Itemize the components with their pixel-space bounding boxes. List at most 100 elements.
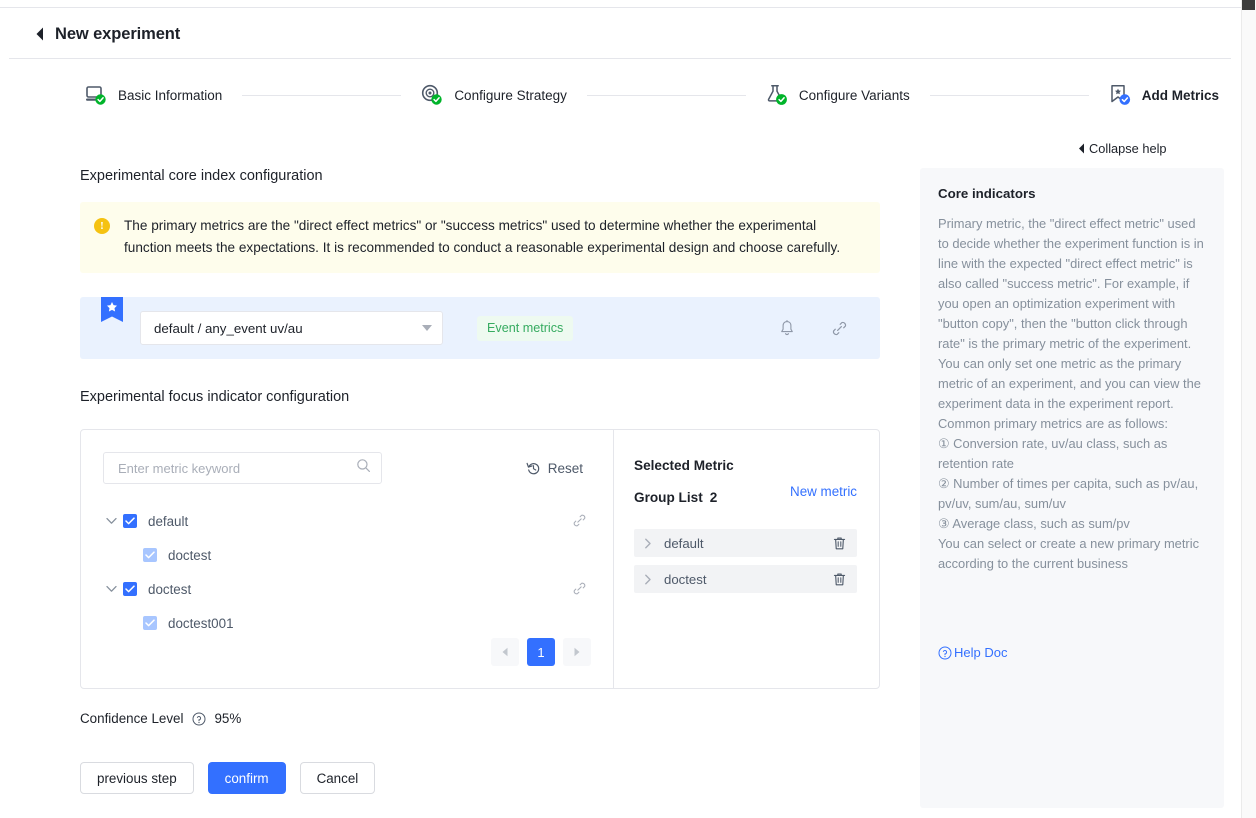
top-strip <box>0 0 1241 8</box>
tree-node-label: doctest001 <box>168 615 234 631</box>
status-badge: Event metrics <box>477 315 574 341</box>
new-metric-button[interactable]: New metric <box>790 484 857 499</box>
caret-right-icon[interactable] <box>644 574 656 585</box>
flask-check-icon <box>766 84 788 106</box>
confidence-level-row: Confidence Level 95% <box>80 711 880 726</box>
pagination-next-button[interactable] <box>563 638 591 666</box>
focus-indicator-section-title: Experimental focus indicator configurati… <box>80 389 350 405</box>
tree-checkbox[interactable] <box>143 548 157 562</box>
alert-text: The primary metrics are the "direct effe… <box>124 218 841 255</box>
step-connector <box>242 94 402 96</box>
page-title: New experiment <box>55 24 181 43</box>
pagination: 1 <box>491 638 591 666</box>
reset-button[interactable]: Reset <box>526 461 593 476</box>
link-icon[interactable] <box>831 320 848 337</box>
group-list-label: Group List <box>634 490 703 505</box>
trash-icon[interactable] <box>832 536 847 551</box>
tree-node-doctest-child[interactable]: doctest <box>103 538 593 572</box>
step-indicator: Basic Information Configure Strategy Con… <box>0 78 1241 112</box>
question-circle-icon <box>938 646 952 660</box>
tree-node-label: doctest <box>168 547 212 563</box>
search-box[interactable] <box>103 452 382 484</box>
list-item[interactable]: doctest <box>634 565 857 593</box>
star-ribbon-icon <box>101 297 123 322</box>
selected-metric-header: Selected Metric Group List 2 New metric <box>634 454 857 510</box>
selected-metric-list: default doctest <box>634 529 857 593</box>
primary-metric-row: default / any_event uv/au Event metrics <box>80 297 880 359</box>
selected-metric-pane: Selected Metric Group List 2 New metric d… <box>614 430 879 688</box>
bookmark-check-icon <box>1109 84 1131 106</box>
primary-metric-value: default / any_event uv/au <box>154 320 303 336</box>
list-item-label: doctest <box>664 571 707 587</box>
step-connector <box>586 94 746 96</box>
chevron-down-icon[interactable] <box>103 513 119 529</box>
link-icon[interactable] <box>572 581 587 601</box>
header-divider <box>9 58 1231 59</box>
group-list-row: Group List 2 <box>634 486 734 510</box>
page-header: New experiment <box>0 9 1241 59</box>
step-label: Basic Information <box>118 87 223 103</box>
previous-step-button[interactable]: previous step <box>80 762 194 794</box>
help-doc-link[interactable]: Help Doc <box>938 645 1007 660</box>
bell-icon[interactable] <box>779 319 795 337</box>
step-label: Configure Strategy <box>454 87 567 103</box>
metric-row-actions <box>779 319 880 337</box>
back-triangle-icon <box>36 27 43 41</box>
footer-actions: previous step confirm Cancel <box>80 762 880 794</box>
help-sidebar: Core indicators Primary metric, the "dir… <box>920 168 1224 808</box>
tree-checkbox[interactable] <box>123 514 137 528</box>
step-configure-strategy[interactable]: Configure Strategy <box>421 84 567 106</box>
tree-node-label: default <box>148 513 189 529</box>
history-reset-icon <box>526 461 541 476</box>
search-row: Reset <box>103 452 593 484</box>
pagination-prev-button[interactable] <box>491 638 519 666</box>
step-label: Add Metrics <box>1141 87 1219 103</box>
main-content: Experimental core index configuration ! … <box>80 168 880 794</box>
caret-left-icon <box>502 647 508 657</box>
back-button[interactable] <box>32 25 46 43</box>
tree-checkbox[interactable] <box>143 616 157 630</box>
tree-checkbox[interactable] <box>123 582 137 596</box>
tree-node-label: doctest <box>148 581 192 597</box>
warning-icon: ! <box>94 218 110 234</box>
triangle-left-icon <box>1078 143 1085 154</box>
trash-icon[interactable] <box>832 572 847 587</box>
reset-label: Reset <box>547 460 583 476</box>
metric-tree: default doctest doctest doctest001 <box>103 504 593 640</box>
tree-node-doctest001[interactable]: doctest001 <box>103 606 593 640</box>
collapse-help-button[interactable]: Collapse help <box>1078 141 1167 156</box>
help-title: Core indicators <box>938 186 1036 201</box>
tree-node-doctest[interactable]: doctest <box>103 572 593 606</box>
core-index-section-title: Experimental core index configuration <box>80 168 323 184</box>
chevron-down-icon <box>422 325 432 331</box>
list-item[interactable]: default <box>634 529 857 557</box>
pagination-page-1[interactable]: 1 <box>527 638 555 666</box>
search-input[interactable] <box>116 459 356 477</box>
step-configure-variants[interactable]: Configure Variants <box>766 84 910 106</box>
metric-tree-pane: Reset default <box>81 430 614 688</box>
step-label: Configure Variants <box>798 87 910 103</box>
primary-metric-alert: ! The primary metrics are the "direct ef… <box>80 202 880 273</box>
primary-metric-select[interactable]: default / any_event uv/au <box>140 311 443 345</box>
target-check-icon <box>421 84 443 106</box>
scrollbar[interactable] <box>1241 0 1256 818</box>
new-experiment-page: New experiment Basic Information Configu… <box>0 0 1256 818</box>
scrollbar-thumb[interactable] <box>1242 0 1255 10</box>
step-basic-information[interactable]: Basic Information <box>85 84 222 106</box>
question-circle-icon[interactable] <box>192 712 206 726</box>
cancel-button[interactable]: Cancel <box>299 762 376 794</box>
focus-indicator-panel: Reset default <box>80 429 880 689</box>
help-body: Primary metric, the "direct effect metri… <box>938 216 1204 571</box>
chevron-down-icon[interactable] <box>103 581 119 597</box>
confirm-button[interactable]: confirm <box>207 762 286 794</box>
search-icon <box>356 458 371 478</box>
tree-node-default[interactable]: default <box>103 504 593 538</box>
link-icon[interactable] <box>572 513 587 533</box>
confidence-level-value: 95% <box>214 711 242 726</box>
step-add-metrics[interactable]: Add Metrics <box>1109 84 1219 106</box>
step-connector <box>929 94 1089 96</box>
caret-right-icon[interactable] <box>644 538 656 549</box>
monitor-check-icon <box>85 84 107 106</box>
help-doc-label: Help Doc <box>954 645 1008 660</box>
group-list-count: 2 <box>709 490 718 505</box>
